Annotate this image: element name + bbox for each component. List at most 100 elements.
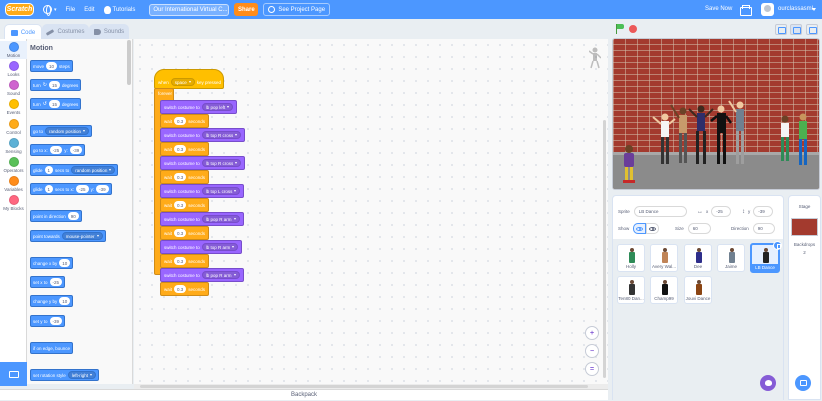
- set-y-block[interactable]: set y to -39: [30, 315, 66, 327]
- stage-target-panel[interactable]: Stage Backdrops 2: [788, 195, 821, 400]
- sprite-tile[interactable]: Champ99: [650, 276, 678, 304]
- degrees-input[interactable]: 15: [48, 100, 60, 108]
- category-my-blocks[interactable]: My Blocks: [0, 195, 27, 211]
- green-flag-icon[interactable]: [615, 24, 624, 34]
- glide-xy-block[interactable]: glide 1 secs to x: -25 y: -39: [30, 183, 112, 195]
- x-input[interactable]: -25: [711, 206, 732, 217]
- point-direction-block[interactable]: point in direction 90: [30, 210, 82, 222]
- direction-input[interactable]: 90: [752, 223, 775, 234]
- tab-costumes[interactable]: Costumes: [42, 24, 89, 39]
- switch-costume-block[interactable]: switch costume to lb pop R arm: [160, 212, 244, 226]
- turn-left-block[interactable]: turn ↺ 15 degrees: [30, 98, 82, 110]
- y-input[interactable]: -39: [753, 206, 774, 217]
- file-menu[interactable]: File: [66, 7, 76, 13]
- go-to-dropdown[interactable]: random position: [45, 127, 90, 135]
- sprite-tile[interactable]: Jouvi Dance: [684, 276, 712, 304]
- point-towards-dropdown[interactable]: mouse-pointer: [61, 232, 103, 240]
- x-input[interactable]: -25: [49, 278, 63, 286]
- switch-costume-block[interactable]: switch costume to lb top R arm: [160, 240, 243, 254]
- edit-menu[interactable]: Edit: [84, 7, 94, 13]
- bounce-block[interactable]: if on edge, bounce: [30, 342, 74, 354]
- wait-seconds-block[interactable]: wait 0.3 seconds: [160, 254, 210, 268]
- seconds-input[interactable]: 0.3: [174, 257, 187, 265]
- share-button[interactable]: Share: [234, 3, 259, 16]
- category-control[interactable]: Control: [0, 119, 27, 135]
- seconds-input[interactable]: 0.3: [174, 173, 187, 181]
- stop-icon[interactable]: [629, 25, 637, 33]
- x-input[interactable]: -25: [76, 185, 89, 193]
- wait-seconds-block[interactable]: wait 0.3 seconds: [160, 226, 210, 240]
- costume-dropdown[interactable]: lb pop left: [201, 103, 234, 111]
- zoom-out-button[interactable]: −: [585, 344, 599, 358]
- trash-icon[interactable]: [773, 241, 782, 250]
- costume-dropdown[interactable]: lb top L cross: [201, 187, 241, 195]
- tab-code[interactable]: Code: [4, 24, 42, 40]
- glide-to-block[interactable]: glide 1 secs to random position: [30, 164, 119, 176]
- category-events[interactable]: Events: [0, 99, 27, 115]
- fullscreen-button[interactable]: [806, 24, 818, 35]
- set-x-block[interactable]: set x to -25: [30, 276, 66, 288]
- costume-dropdown[interactable]: lb top R cross: [201, 131, 242, 139]
- direction-input[interactable]: 90: [67, 212, 79, 220]
- show-hidden-button[interactable]: [646, 223, 660, 234]
- y-input[interactable]: -39: [49, 317, 63, 325]
- sprite-name-input[interactable]: LB Dance: [633, 206, 687, 217]
- move-steps-block[interactable]: move 10 steps: [30, 60, 73, 72]
- sprite-tile[interactable]: Holly: [617, 244, 645, 272]
- language-menu[interactable]: ▾: [43, 5, 57, 16]
- zoom-in-button[interactable]: +: [585, 326, 599, 340]
- go-to-block[interactable]: go to random position: [30, 125, 93, 137]
- costume-dropdown[interactable]: lb pop R arm: [201, 271, 240, 279]
- save-now-button[interactable]: Save Now: [705, 6, 732, 12]
- change-x-block[interactable]: change x by 10: [30, 257, 74, 269]
- sprite-tile[interactable]: Avery Wal...: [650, 244, 678, 272]
- x-input[interactable]: -25: [49, 146, 63, 154]
- switch-costume-block[interactable]: switch costume to lb top R cross: [160, 128, 246, 142]
- stage-canvas[interactable]: [612, 38, 820, 190]
- category-sound[interactable]: Sound: [0, 80, 27, 96]
- costume-dropdown[interactable]: lb top R cross: [201, 159, 242, 167]
- seconds-input[interactable]: 0.3: [174, 229, 187, 237]
- key-dropdown[interactable]: space: [170, 78, 195, 86]
- seconds-input[interactable]: 0.3: [174, 117, 187, 125]
- secs-input[interactable]: 1: [44, 185, 54, 193]
- degrees-input[interactable]: 15: [48, 81, 60, 89]
- category-sensing[interactable]: Sensing: [0, 138, 27, 154]
- tutorials-menu[interactable]: Tutorials: [103, 5, 135, 14]
- switch-costume-block[interactable]: switch costume to lb pop R arm: [160, 268, 244, 282]
- zoom-reset-button[interactable]: =: [585, 362, 599, 376]
- avatar[interactable]: [761, 3, 774, 16]
- small-stage-button[interactable]: [775, 24, 787, 35]
- point-towards-block[interactable]: point towards mouse-pointer: [30, 230, 106, 242]
- category-looks[interactable]: Looks: [0, 61, 27, 77]
- wait-seconds-block[interactable]: wait 0.3 seconds: [160, 198, 210, 212]
- show-visible-button[interactable]: [633, 223, 647, 234]
- tab-sounds[interactable]: Sounds: [89, 24, 129, 39]
- seconds-input[interactable]: 0.3: [174, 145, 187, 153]
- y-input[interactable]: 10: [59, 297, 71, 305]
- script-horizontal-scrollbar[interactable]: [140, 385, 588, 388]
- sprite-tile[interactable]: Ten80 Dan...: [617, 276, 645, 304]
- wait-seconds-block[interactable]: wait 0.3 seconds: [160, 142, 210, 156]
- switch-costume-block[interactable]: switch costume to lb top R cross: [160, 156, 246, 170]
- scratch-logo[interactable]: Scratch: [5, 3, 34, 16]
- normal-stage-button[interactable]: [790, 24, 802, 35]
- category-variables[interactable]: Variables: [0, 176, 27, 192]
- costume-dropdown[interactable]: lb top R arm: [201, 243, 239, 251]
- wait-seconds-block[interactable]: wait 0.3 seconds: [160, 114, 210, 128]
- sprite-tile[interactable]: Jaime: [717, 244, 745, 272]
- add-extension-button[interactable]: [0, 362, 27, 386]
- rotation-style-block[interactable]: set rotation style left-right: [30, 369, 100, 381]
- costume-dropdown[interactable]: lb pop R arm: [201, 215, 240, 223]
- backpack[interactable]: Backpack: [0, 389, 608, 400]
- y-input[interactable]: -39: [69, 146, 83, 154]
- category-operators[interactable]: Operators: [0, 157, 27, 173]
- add-backdrop-button[interactable]: [795, 375, 811, 391]
- switch-costume-block[interactable]: switch costume to lb pop left: [160, 100, 238, 114]
- switch-costume-block[interactable]: switch costume to lb top L cross: [160, 184, 245, 198]
- add-sprite-button[interactable]: [760, 375, 776, 391]
- see-project-page-button[interactable]: See Project Page: [263, 3, 331, 16]
- rotation-style-dropdown[interactable]: left-right: [67, 371, 97, 379]
- my-stuff-icon[interactable]: [739, 4, 752, 16]
- y-input[interactable]: -39: [96, 185, 109, 193]
